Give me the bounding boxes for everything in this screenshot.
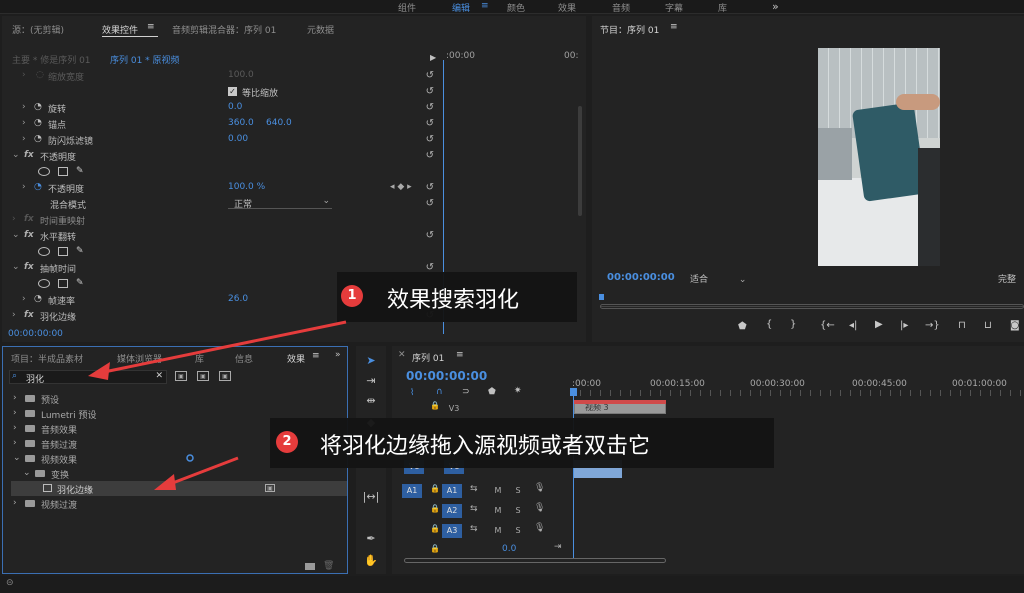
arrow-head-feather-icon (154, 474, 176, 490)
annotation-arrows (88, 320, 347, 490)
arrow-to-search (103, 320, 347, 374)
cursor-icon (186, 454, 194, 462)
arrow-head-search-icon (88, 362, 110, 380)
arrow-to-feather (169, 456, 239, 486)
